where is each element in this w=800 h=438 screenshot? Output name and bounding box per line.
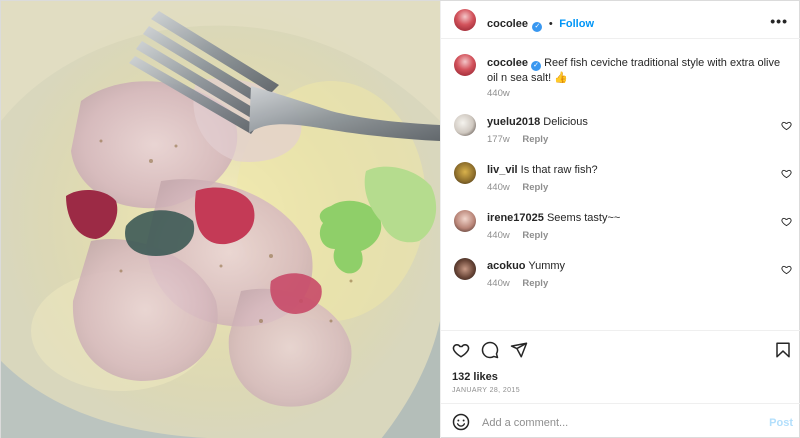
comment-age: 440w [487,182,510,193]
more-options-icon[interactable]: ••• [770,13,788,29]
comment-text: Is that raw fish? [520,164,598,176]
comment-heart-icon[interactable] [781,120,792,131]
comment-age: 177w [487,134,510,145]
instagram-post: cocolee ✓ • Follow ••• cocolee ✓ Reef fi… [0,0,800,438]
comment-meta: 440w Reply [487,230,548,241]
comment-line: acokuo Yummy [487,259,565,274]
caption-author-username[interactable]: cocolee [487,57,528,69]
comment-icon[interactable] [481,341,499,359]
post-side-panel: cocolee ✓ • Follow ••• cocolee ✓ Reef fi… [440,1,800,438]
share-icon[interactable] [510,341,528,359]
comment-line: liv_vil Is that raw fish? [487,163,598,178]
author-username[interactable]: cocolee [487,18,528,30]
reply-button[interactable]: Reply [522,230,548,241]
ceviche-photo-illustration [1,1,440,438]
comment-input[interactable]: Add a comment... [482,417,568,429]
caption-author-avatar[interactable] [454,54,476,76]
post-header: cocolee ✓ • Follow ••• [441,1,800,39]
commenter-avatar[interactable] [454,210,476,232]
reply-button[interactable]: Reply [522,134,548,145]
verified-badge-icon: ✓ [532,22,543,32]
commenter-username[interactable]: yuelu2018 [487,116,540,128]
comment-meta: 177w Reply [487,134,548,145]
follow-button[interactable]: Follow [559,18,594,30]
separator-dot: • [548,18,553,30]
header-author-line: cocolee ✓ • Follow [487,14,594,32]
reply-button[interactable]: Reply [522,278,548,289]
comment-age: 440w [487,278,510,289]
comment-line: yuelu2018 Delicious [487,115,588,130]
caption-text-line: cocolee ✓ Reef fish ceviche traditional … [487,56,787,86]
caption-text: Reef fish ceviche traditional style with… [487,57,781,84]
comment-composer: Add a comment... Post [441,403,800,438]
like-count[interactable]: 132 likes [452,371,498,383]
caption-age: 440w [487,88,510,99]
commenter-avatar[interactable] [454,114,476,136]
comment-text: Yummy [528,260,566,272]
commenter-username[interactable]: irene17025 [487,212,544,224]
verified-badge-icon: ✓ [531,61,542,71]
commenter-avatar[interactable] [454,258,476,280]
post-comment-button[interactable]: Post [769,417,793,429]
comment-line: irene17025 Seems tasty~~ [487,211,620,226]
comment-meta: 440w Reply [487,278,548,289]
comment-text: Seems tasty~~ [546,212,621,224]
commenter-avatar[interactable] [454,162,476,184]
heart-icon[interactable] [452,341,470,359]
post-date: JANUARY 28, 2015 [452,387,521,394]
commenter-username[interactable]: acokuo [487,260,526,272]
commenter-username[interactable]: liv_vil [487,164,518,176]
comment-heart-icon[interactable] [781,216,792,227]
comment-heart-icon[interactable] [781,264,792,275]
comment-meta: 440w Reply [487,182,548,193]
post-photo[interactable] [1,1,440,438]
comment-heart-icon[interactable] [781,168,792,179]
comment-text: Delicious [543,116,588,128]
comment-age: 440w [487,230,510,241]
emoji-icon[interactable] [452,413,470,431]
reply-button[interactable]: Reply [522,182,548,193]
bookmark-icon[interactable] [774,341,792,359]
author-avatar[interactable] [454,9,476,31]
